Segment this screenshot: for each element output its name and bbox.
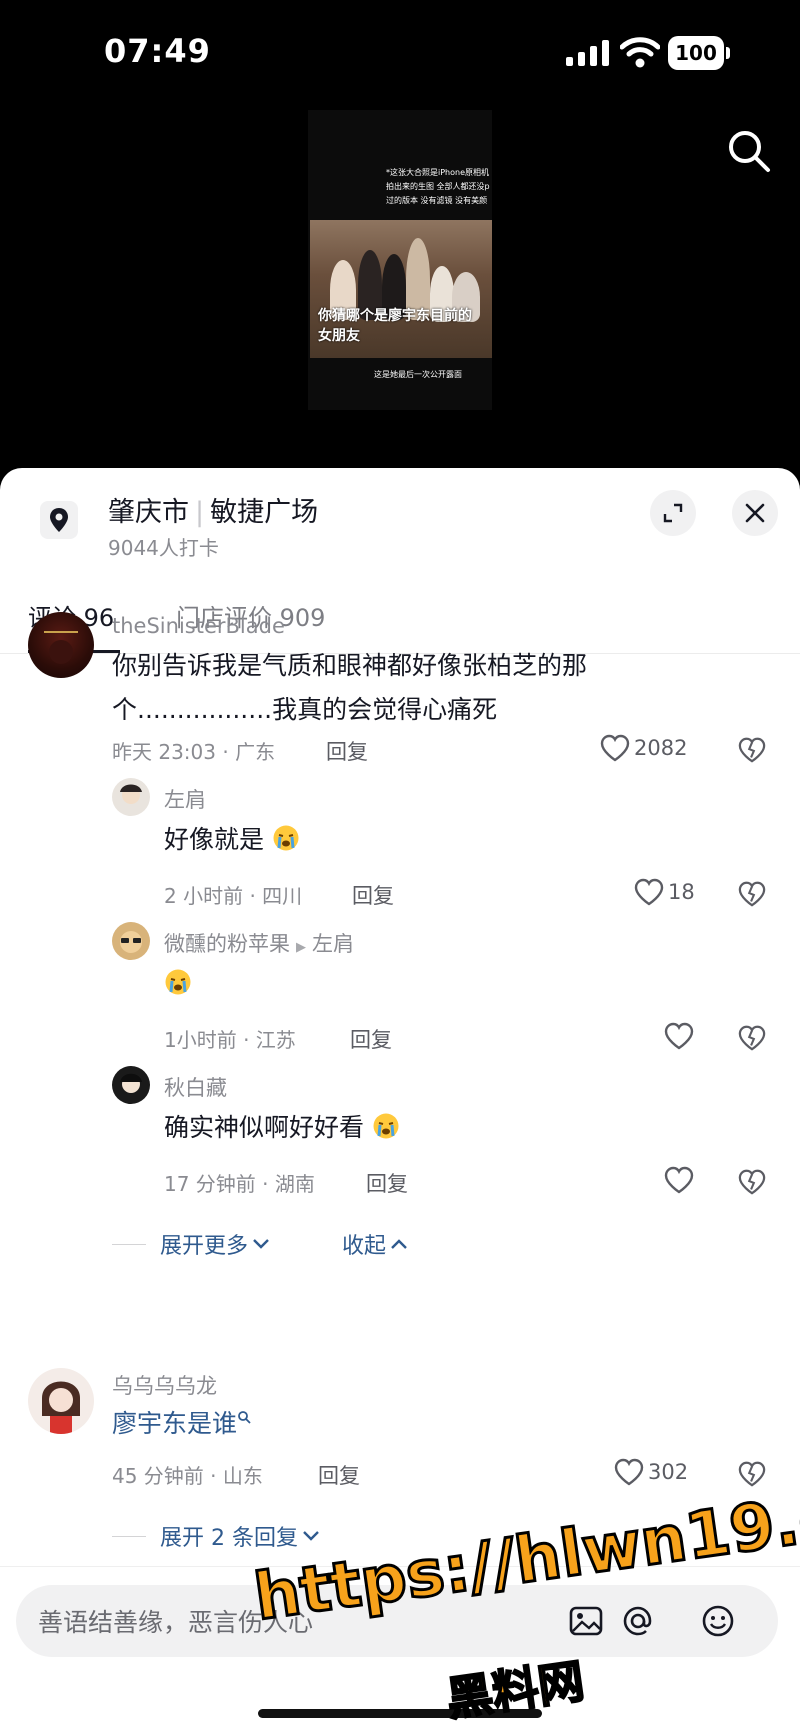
reply-text [164,962,192,1006]
location-city: 肇庆市 [108,497,189,528]
reply-text-content: 好像就是 [164,825,265,854]
checkin-count: 9044人打卡 [108,536,219,560]
comment-username[interactable]: theSinisterBlade [112,614,285,638]
comment-text[interactable]: 廖宇东是谁 [112,1402,251,1446]
like-button[interactable]: 18 [634,878,695,906]
crying-emoji-icon [273,825,299,851]
cellular-signal-icon [566,40,609,66]
battery-indicator: 100 [668,36,730,70]
battery-level: 100 [668,36,724,70]
collapse-label: 收起 [342,1234,387,1259]
reply-to-username: 左肩 [312,932,354,956]
like-count: 302 [648,1460,689,1484]
broken-heart-icon[interactable] [738,736,766,764]
wifi-icon [620,37,660,68]
location-place: 敏捷广场 [210,497,319,528]
heart-icon [664,1166,694,1194]
reply-text: 好像就是 [164,818,300,862]
chevron-down-icon [253,1239,269,1249]
comment-meta: 45 分钟前 · 山东 [112,1464,263,1488]
reply-button[interactable]: 回复 [318,1460,360,1490]
expand-more-button[interactable]: 展开更多 [160,1228,270,1260]
like-button[interactable]: 2082 [600,734,687,762]
expand-button[interactable] [650,490,696,536]
reply-text-content: 确实神似啊好好看 [164,1113,365,1142]
crying-emoji-icon [165,969,191,995]
reply-text: 确实神似啊好好看 [164,1106,400,1150]
reply-button[interactable]: 回复 [366,1168,408,1198]
like-button[interactable] [664,1166,694,1194]
reply-arrow-icon: ▶ [296,940,306,955]
search-icon [238,1411,251,1424]
expand-replies-button[interactable]: 展开 2 条回复 [160,1520,320,1552]
broken-heart-icon[interactable] [738,880,766,908]
video-caption-main: 你猜哪个是廖宇东目前的女朋友 [318,308,472,344]
video-caption-bottom: 这是她最后一次公开露面 [374,370,462,379]
reply-button[interactable]: 回复 [350,1024,392,1054]
comment-text-content: 廖宇东是谁 [112,1409,238,1438]
collapse-button[interactable]: 收起 [342,1228,408,1260]
reply-username[interactable]: 左肩 [164,784,206,814]
title-separator: | [195,497,205,528]
comment-text-line-1: 你别告诉我是气质和眼神都好像张柏芝的那 [112,651,588,680]
comment-username[interactable]: 乌乌乌乌龙 [112,1370,217,1400]
reply-username[interactable]: 秋白藏 [164,1072,227,1102]
heart-icon [600,734,630,762]
battery-tip [726,47,730,59]
status-time: 07:49 [104,32,211,70]
status-bar: 07:49 100 [0,0,800,110]
like-count: 2082 [634,736,688,760]
reply-meta: 1小时前 · 江苏 [164,1028,296,1052]
location-pin-icon [40,501,78,539]
avatar[interactable] [28,612,94,678]
broken-heart-icon[interactable] [738,1168,766,1196]
like-button[interactable]: 302 [614,1458,688,1486]
heart-icon [634,878,664,906]
avatar[interactable] [112,922,150,960]
reply-button[interactable]: 回复 [352,880,394,910]
comment-text-line-2: 个.................我真的会觉得心痛死 [112,695,498,724]
reply-meta: 17 分钟前 · 湖南 [164,1172,315,1196]
close-button[interactable] [732,490,778,536]
avatar[interactable] [28,1368,94,1434]
video-thumbnail[interactable]: *这张大合照是iPhone原相机拍出来的生图 全部人都还没p过的版本 没有滤镜 … [308,110,492,410]
divider-line [112,1535,146,1537]
video-caption-top: *这张大合照是iPhone原相机拍出来的生图 全部人都还没p过的版本 没有滤镜 … [386,168,490,205]
reply-meta: 2 小时前 · 四川 [164,884,303,908]
close-icon [745,503,765,523]
heart-icon [614,1458,644,1486]
divider-line [112,1243,146,1245]
like-button[interactable] [664,1022,694,1050]
watermark-brand: 黑料网 [442,1653,588,1728]
reply-username[interactable]: 微醺的粉苹果 ▶ 左肩 [164,928,354,958]
location-title[interactable]: 肇庆市 | 敏捷广场 [108,490,318,529]
chevron-up-icon [391,1239,407,1249]
expand-more-label: 展开更多 [160,1234,249,1259]
heart-icon [664,1022,694,1050]
replies-expand-row: 展开 2 条回复 [112,1520,320,1552]
avatar[interactable] [112,1066,150,1104]
reply-button[interactable]: 回复 [326,736,368,766]
expand-icon [663,503,683,523]
comment-meta: 昨天 23:03 · 广东 [112,740,276,764]
watermark: https://hlwn19.com 黑料网 [249,1463,800,1736]
chevron-down-icon [303,1531,319,1541]
reply-username-text: 微醺的粉苹果 [164,932,290,956]
crying-emoji-icon [373,1113,399,1139]
replies-expand-row: 展开更多 收起 [112,1228,408,1260]
expand-replies-label: 展开 2 条回复 [160,1526,298,1551]
like-count: 18 [668,880,695,904]
broken-heart-icon[interactable] [738,1024,766,1052]
avatar[interactable] [112,778,150,816]
broken-heart-icon[interactable] [738,1460,766,1488]
search-icon[interactable] [726,128,772,174]
